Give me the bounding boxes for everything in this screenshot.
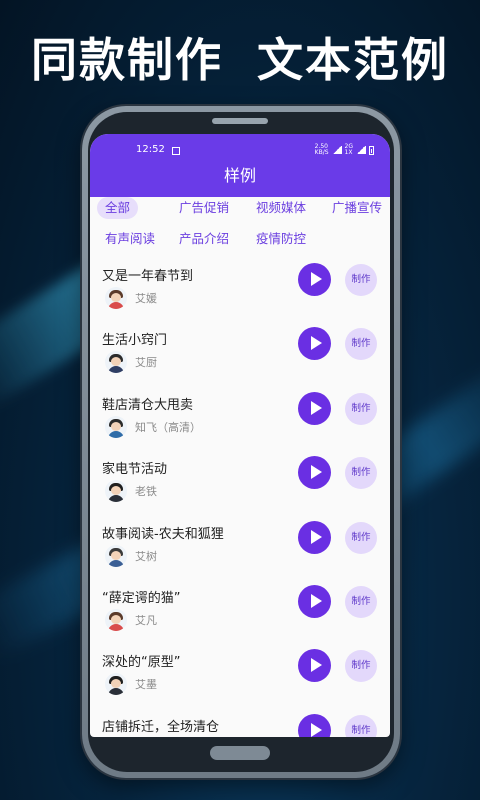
play-button[interactable] [298, 713, 331, 737]
item-title: 又是一年春节到 [102, 269, 194, 284]
phone-home-button [210, 746, 270, 760]
app-bar: 12:52 2.50 KB/S 2G 1X 样例 [90, 134, 390, 197]
tab-0[interactable]: 全部 [97, 197, 139, 219]
item-author: 艾墨 [135, 678, 157, 692]
item-title: 店铺拆迁，全场清仓 [102, 719, 220, 735]
page-title: 样例 [223, 166, 256, 185]
signal-icon [331, 146, 342, 154]
tab-3[interactable]: 广播宣传 [324, 197, 390, 219]
item-author: 老铁 [135, 485, 157, 499]
tab-1[interactable]: 广告促销 [171, 197, 237, 219]
play-button[interactable] [298, 585, 331, 618]
phone-earpiece [212, 118, 268, 124]
item-title: 深处的“原型” [102, 655, 181, 671]
male-avatar-icon [105, 480, 127, 503]
network-type-2: 1X [344, 149, 353, 156]
list-item[interactable]: 家电节活动老铁 制作 [90, 456, 390, 522]
item-author: 艾厨 [135, 356, 157, 370]
list-item[interactable]: 深处的“原型” 艾墨 制作 [90, 649, 390, 715]
play-button[interactable] [298, 456, 331, 490]
play-button[interactable] [298, 391, 331, 425]
category-tabs: 全部 广告促销 视频媒体 广播宣传有声阅读 产品介绍 疫情防控 [90, 197, 390, 259]
tab-5[interactable]: 产品介绍 [171, 228, 237, 250]
male-avatar-icon [105, 673, 127, 696]
net-speed: 2.50 KB/S [315, 144, 329, 156]
promo-headline: 同款制作 文本范例 [0, 24, 480, 87]
tab-6[interactable]: 疫情防控 [248, 228, 314, 250]
play-button[interactable] [298, 327, 331, 361]
female-avatar-icon [105, 287, 127, 309]
male-avatar-icon [105, 351, 127, 374]
make-button[interactable]: 制作 [345, 586, 377, 618]
network-type: 2G 1X [345, 144, 353, 156]
play-button[interactable] [298, 263, 331, 296]
list-item[interactable]: 鞋店清仓大甩卖知飞（高清） 制作 [90, 391, 390, 458]
battery-icon [369, 145, 374, 155]
make-button[interactable]: 制作 [345, 650, 377, 683]
list-item[interactable]: “薛定谔的猫” 艾凡 制作 [90, 585, 390, 651]
tab-4[interactable]: 有声阅读 [97, 228, 163, 250]
item-title: 故事阅读-农夫和狐狸 [102, 526, 224, 542]
female-avatar-icon [105, 609, 127, 631]
item-author: 艾树 [135, 549, 157, 563]
make-button[interactable]: 制作 [345, 328, 377, 361]
status-time: 12:52 [136, 144, 165, 155]
make-button[interactable]: 制作 [345, 521, 377, 554]
item-author: 艾凡 [135, 614, 157, 627]
item-title: 鞋店清仓大甩卖 [102, 397, 194, 413]
list-item[interactable]: 故事阅读-农夫和狐狸艾树 制作 [90, 520, 390, 587]
item-author: 艾媛 [135, 292, 157, 305]
headline-left: 同款制作 [31, 33, 223, 87]
make-button[interactable]: 制作 [345, 714, 377, 737]
status-bar: 12:52 2.50 KB/S 2G 1X [90, 144, 390, 160]
status-indicators: 2.50 KB/S 2G 1X [315, 144, 374, 156]
item-title: 家电节活动 [102, 462, 168, 478]
tab-2[interactable]: 视频媒体 [248, 197, 314, 219]
play-button[interactable] [298, 649, 331, 683]
item-title: 生活小窍门 [102, 333, 168, 349]
headline-right: 文本范例 [257, 33, 449, 87]
image-notification-icon [172, 147, 180, 155]
app-screen: 12:52 2.50 KB/S 2G 1X 样例 全部 广告促销 视频媒体 广播宣传有… [90, 134, 390, 737]
list-item[interactable]: 生活小窍门艾厨 制作 [90, 327, 390, 393]
signal-icon [356, 146, 366, 154]
list-item[interactable]: 店铺拆迁，全场清仓 制作 [90, 713, 390, 737]
item-author: 知飞（高清） [135, 420, 201, 434]
make-button[interactable]: 制作 [345, 392, 377, 425]
male-avatar-icon [105, 415, 127, 438]
male-avatar-icon [105, 544, 127, 567]
make-button[interactable]: 制作 [345, 264, 377, 296]
play-button[interactable] [298, 520, 331, 554]
item-title: “薛定谔的猫” [102, 591, 181, 606]
make-button[interactable]: 制作 [345, 457, 377, 490]
list-item[interactable]: 又是一年春节到 艾媛 制作 [90, 263, 390, 329]
net-speed-unit: KB/S [314, 149, 329, 156]
